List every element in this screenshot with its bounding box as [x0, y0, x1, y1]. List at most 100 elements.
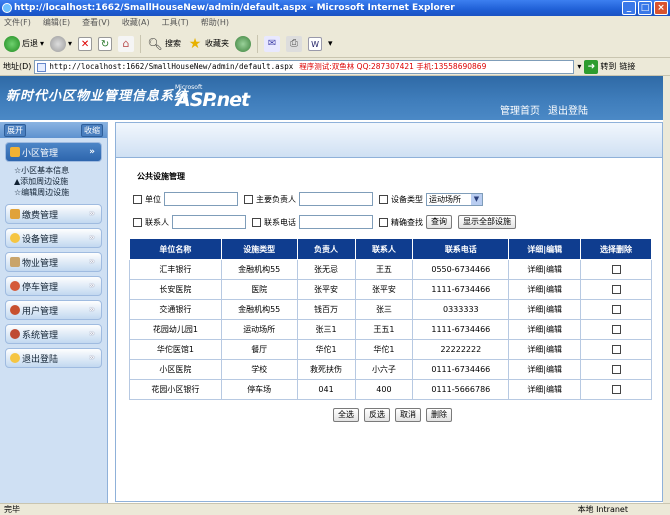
- close-button[interactable]: ×: [654, 1, 668, 15]
- dropdown-arrow-icon[interactable]: ▾: [328, 39, 333, 49]
- show-all-button[interactable]: 显示全部设施: [458, 215, 516, 229]
- minimize-button[interactable]: _: [622, 1, 636, 15]
- detail-edit-link[interactable]: 详细|编辑: [508, 279, 582, 300]
- detail-edit-link[interactable]: 详细|编辑: [508, 379, 582, 400]
- edit-word-icon[interactable]: W: [308, 36, 323, 51]
- forward-button[interactable]: ▾: [50, 35, 72, 52]
- owner-input[interactable]: [299, 192, 373, 206]
- facilities-table: 单位名称 设施类型 负责人 联系人 联系电话 详细|编辑 选择删除 汇丰银行 金…: [129, 238, 652, 400]
- maximize-button[interactable]: □: [638, 1, 652, 15]
- cell-type: 餐厅: [220, 339, 298, 360]
- detail-edit-link[interactable]: 详细|编辑: [508, 359, 582, 380]
- row-checkbox[interactable]: [611, 345, 621, 354]
- home-icon[interactable]: ⌂: [118, 35, 135, 52]
- address-input[interactable]: http://localhost:1662/SmallHouseNew/admi…: [34, 59, 575, 74]
- search-button[interactable]: 🔍︎ 搜索: [147, 36, 181, 52]
- history-icon[interactable]: [235, 35, 252, 52]
- cancel-button[interactable]: 取消: [395, 408, 421, 422]
- sidebar: 展开 收缩 小区管理 » ☆小区基本信息 ▲添加周边设施 ☆编辑周边设施 缴费管…: [0, 122, 108, 503]
- unit-label: 单位: [145, 194, 161, 204]
- menu-favorites[interactable]: 收藏(A): [122, 16, 150, 30]
- expand-button[interactable]: 展开: [4, 123, 26, 137]
- address-bar: 地址(D) http://localhost:1662/SmallHouseNe…: [0, 58, 670, 76]
- cell-phone: 0111-5666786: [412, 379, 510, 400]
- mail-icon[interactable]: ✉: [264, 35, 281, 52]
- table-row: 小区医院 学校 救死扶伤 小六子 0111-6734466 详细|编辑: [129, 359, 652, 380]
- print-icon[interactable]: ⎙: [286, 35, 303, 52]
- phone-label: 联系电话: [264, 217, 296, 227]
- type-label: 设备类型: [391, 194, 423, 204]
- cell-select: [580, 299, 652, 320]
- forward-arrow-icon: [50, 35, 67, 52]
- phone-input[interactable]: [299, 215, 373, 229]
- sidebar-item-logout[interactable]: 退出登陆 »: [5, 348, 102, 368]
- row-checkbox[interactable]: [611, 305, 621, 314]
- table-row: 长安医院 医院 张平安 张平安 1111-6734466 详细|编辑: [129, 279, 652, 300]
- cell-type: 学校: [220, 359, 298, 380]
- row-checkbox[interactable]: [611, 385, 621, 394]
- menu-tools[interactable]: 工具(T): [162, 16, 189, 30]
- row-checkbox[interactable]: [611, 325, 621, 334]
- type-select[interactable]: 运动场所 ▼: [426, 192, 483, 206]
- sidebar-item-system[interactable]: 系统管理 »: [5, 324, 102, 344]
- exact-label: 精确查找: [391, 217, 423, 227]
- detail-edit-link[interactable]: 详细|编辑: [508, 299, 582, 320]
- sidebar-item-community[interactable]: 小区管理 »: [5, 142, 102, 162]
- page-icon: [37, 62, 47, 72]
- menu-file[interactable]: 文件(F): [4, 16, 31, 30]
- sidebar-item-users[interactable]: 用户管理 »: [5, 300, 102, 320]
- cell-phone: 0111-6734466: [412, 359, 510, 380]
- invert-selection-button[interactable]: 反选: [364, 408, 390, 422]
- nav-home-link[interactable]: 管理首页: [500, 102, 540, 117]
- submenu-add-facility[interactable]: ▲添加周边设施: [14, 176, 107, 187]
- users-icon: [10, 305, 20, 315]
- nav-logout-link[interactable]: 退出登陆: [548, 102, 588, 117]
- cell-owner: 钱百万: [296, 299, 356, 320]
- cell-contact: 华佗1: [354, 339, 414, 360]
- select-all-button[interactable]: 全选: [333, 408, 359, 422]
- filter-row-1: 单位 主要负责人 设备类型 运动场所 ▼: [133, 192, 483, 206]
- phone-checkbox[interactable]: [252, 217, 261, 227]
- row-checkbox[interactable]: [611, 365, 621, 374]
- filter-row-2: 联系人 联系电话 精确查找 查询 显示全部设施: [133, 215, 516, 229]
- menu-view[interactable]: 查看(V): [82, 16, 110, 30]
- sidebar-item-devices[interactable]: 设备管理 »: [5, 228, 102, 248]
- collapse-button[interactable]: 收缩: [81, 123, 103, 137]
- type-checkbox[interactable]: [379, 194, 388, 204]
- cell-unit: 汇丰银行: [129, 259, 222, 280]
- menu-bar: 文件(F) 编辑(E) 查看(V) 收藏(A) 工具(T) 帮助(H): [0, 16, 670, 30]
- submenu-edit-facility[interactable]: ☆编辑周边设施: [14, 187, 107, 198]
- links-label[interactable]: 链接: [619, 61, 635, 72]
- detail-edit-link[interactable]: 详细|编辑: [508, 259, 582, 280]
- sidebar-submenu: ☆小区基本信息 ▲添加周边设施 ☆编辑周边设施: [0, 162, 107, 200]
- refresh-icon[interactable]: ↻: [98, 36, 113, 51]
- submenu-community-info[interactable]: ☆小区基本信息: [14, 165, 107, 176]
- contact-checkbox[interactable]: [133, 217, 142, 227]
- search-icon: 🔍︎: [147, 36, 163, 51]
- vertical-scrollbar[interactable]: [663, 76, 670, 503]
- unit-checkbox[interactable]: [133, 194, 142, 204]
- menu-edit[interactable]: 编辑(E): [43, 16, 70, 30]
- sidebar-item-parking[interactable]: 停车管理 »: [5, 276, 102, 296]
- cell-select: [580, 379, 652, 400]
- sidebar-item-fees[interactable]: 缴费管理 »: [5, 204, 102, 224]
- unit-input[interactable]: [164, 192, 238, 206]
- menu-help[interactable]: 帮助(H): [201, 16, 229, 30]
- row-checkbox[interactable]: [611, 265, 621, 274]
- query-button[interactable]: 查询: [426, 215, 452, 229]
- table-row: 华佗医馆1 餐厅 华佗1 华佗1 22222222 详细|编辑: [129, 339, 652, 360]
- favorites-button[interactable]: ★ 收藏夹: [187, 36, 229, 52]
- sidebar-item-property[interactable]: 物业管理 »: [5, 252, 102, 272]
- column-header: 负责人: [296, 238, 356, 260]
- contact-input[interactable]: [172, 215, 246, 229]
- delete-button[interactable]: 删除: [426, 408, 452, 422]
- row-checkbox[interactable]: [611, 285, 621, 294]
- owner-checkbox[interactable]: [244, 194, 253, 204]
- back-button[interactable]: 后退 ▾: [4, 35, 44, 52]
- address-dropdown-icon[interactable]: ▾: [577, 62, 581, 71]
- detail-edit-link[interactable]: 详细|编辑: [508, 339, 582, 360]
- detail-edit-link[interactable]: 详细|编辑: [508, 319, 582, 340]
- go-button[interactable]: ➜ 转到: [584, 59, 616, 74]
- exact-checkbox[interactable]: [379, 217, 388, 227]
- stop-icon[interactable]: ✕: [78, 36, 93, 51]
